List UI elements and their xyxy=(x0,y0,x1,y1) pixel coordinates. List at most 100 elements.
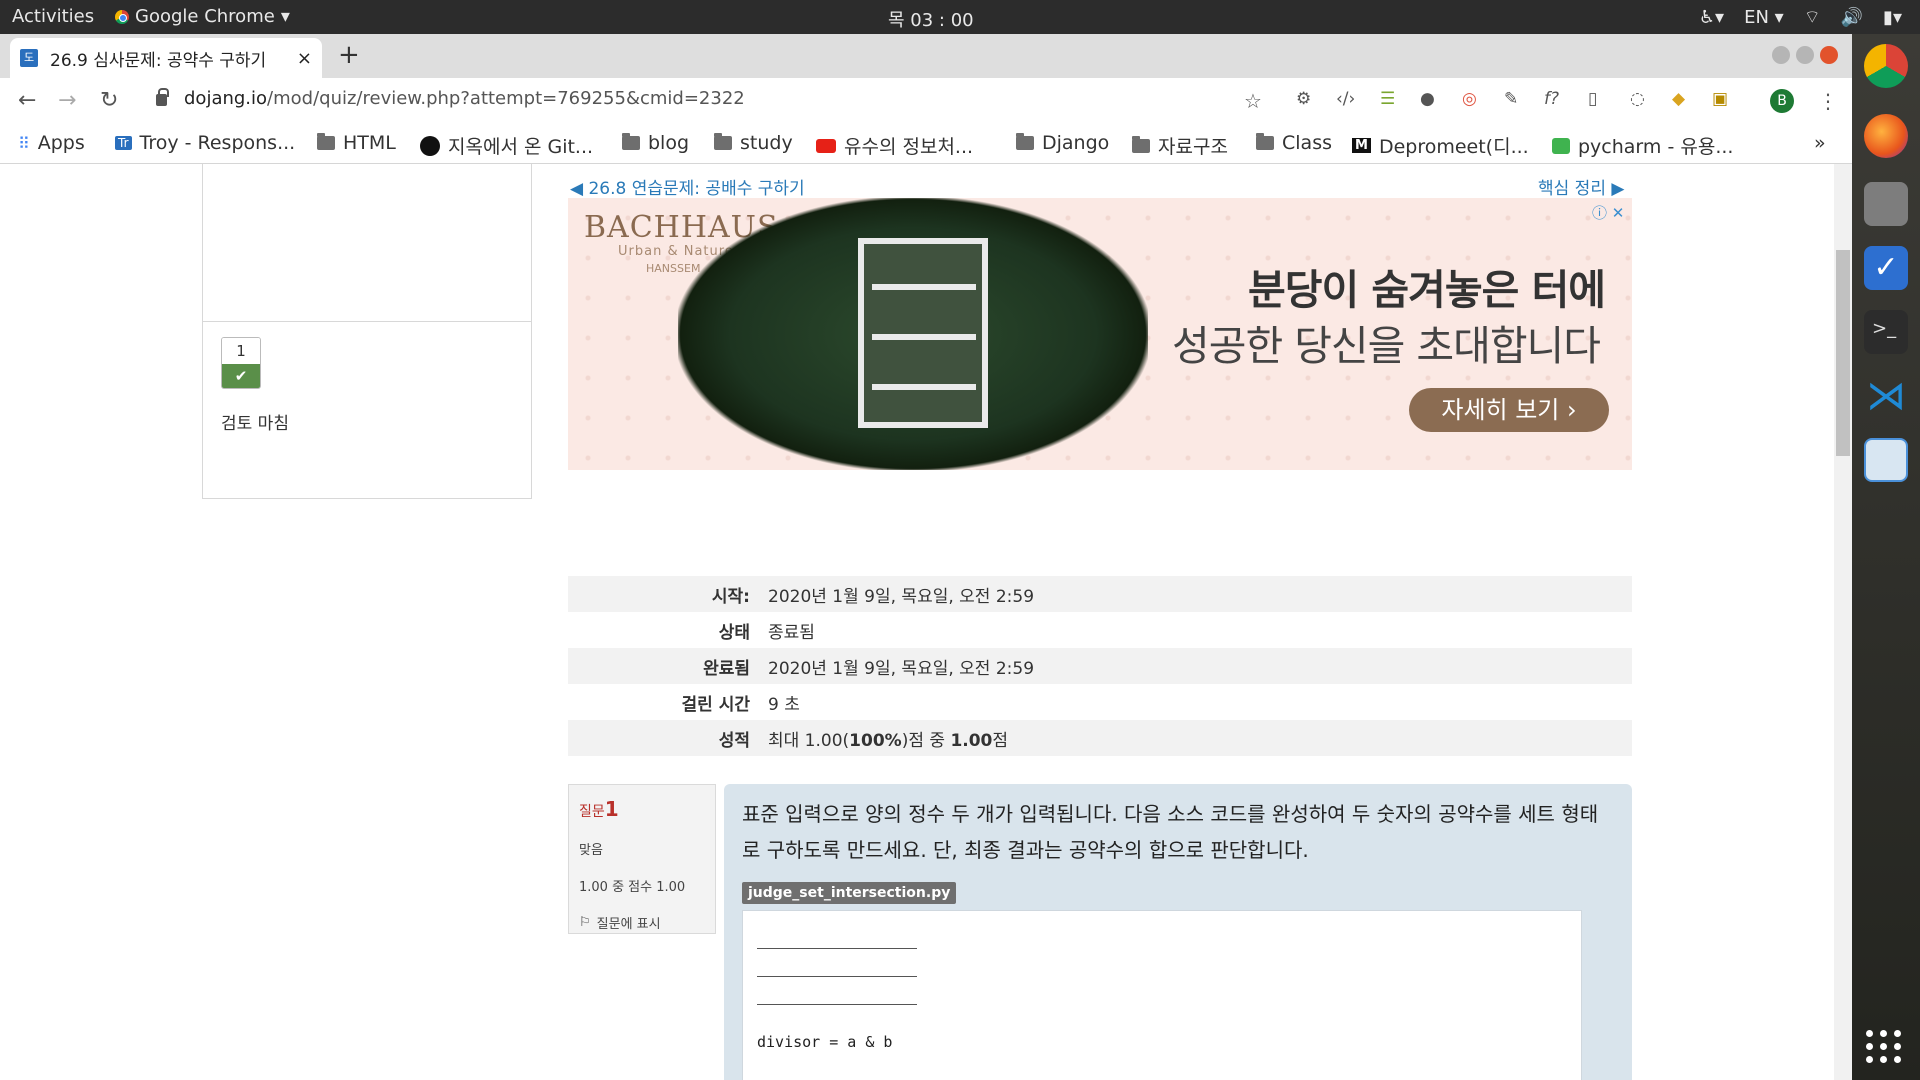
show-applications-icon[interactable] xyxy=(1866,1030,1902,1063)
bookmark-depromeet[interactable]: M Depromeet(디... xyxy=(1352,132,1529,159)
extension-device-icon[interactable]: ▯ xyxy=(1588,89,1597,109)
tasks-dock-icon[interactable]: ✓ xyxy=(1864,246,1908,290)
bookmark-label: HTML xyxy=(343,132,396,154)
folder-icon xyxy=(714,133,732,150)
code-filename: judge_set_intersection.py xyxy=(742,882,957,904)
finish-review-link[interactable]: 검토 마침 xyxy=(221,409,289,434)
extension-ladder-icon[interactable]: ☰ xyxy=(1380,89,1395,109)
extension-mask-icon[interactable]: ● xyxy=(1420,89,1435,109)
question-info-panel: 질문1 맞음 1.00 중 점수 1.00 ⚐ 질문에 표시 xyxy=(568,784,716,934)
bookmark-youtube[interactable]: 유수의 정보처... xyxy=(816,132,973,159)
bookmark-star-icon[interactable]: ☆ xyxy=(1244,89,1262,113)
app-menu[interactable]: Google Chrome ▾ xyxy=(115,6,290,27)
chrome-menu-icon[interactable]: ⋮ xyxy=(1818,89,1838,113)
page-content: 1 ✔ 검토 마침 ◀ 26.8 연습문제: 공배수 구하기 핵심 정리 ▶ B… xyxy=(0,164,1834,1080)
extension-swirl-icon[interactable]: ◎ xyxy=(1462,89,1477,109)
bookmark-django[interactable]: Django xyxy=(1016,132,1109,154)
bookmark-study[interactable]: study xyxy=(714,132,793,154)
summary-value: 2020년 1월 9일, 목요일, 오전 2:59 xyxy=(768,586,1035,607)
bookmark-html[interactable]: HTML xyxy=(317,132,396,154)
flag-question-link[interactable]: ⚐ 질문에 표시 xyxy=(579,913,705,932)
tab-close-icon[interactable]: × xyxy=(297,48,312,69)
extension-color-icon[interactable]: ◆ xyxy=(1672,89,1685,109)
tab-title: 26.9 심사문제: 공약수 구하기 xyxy=(50,50,267,71)
code-editor[interactable]: divisor = a & b xyxy=(742,910,1582,1080)
close-window-button[interactable] xyxy=(1820,46,1838,64)
grade-suffix: 점 xyxy=(992,730,1009,751)
ad-cta-button[interactable]: 자세히 보기 › xyxy=(1409,388,1609,432)
extension-circle-icon[interactable]: ◌ xyxy=(1630,89,1645,109)
accessibility-icon[interactable]: ♿▾ xyxy=(1699,7,1724,28)
question-nav-button[interactable]: 1 ✔ xyxy=(221,337,261,389)
bookmark-apps[interactable]: ⠿ Apps xyxy=(18,132,85,154)
summary-value: 최대 1.00(100%)점 중 1.00점 xyxy=(768,726,1632,751)
extension-folder-icon[interactable]: ▣ xyxy=(1712,89,1728,109)
question-label: 질문 xyxy=(579,804,605,820)
answer-blank[interactable] xyxy=(757,925,917,949)
grade-mid: )점 중 xyxy=(901,730,951,751)
flag-icon: ⚐ xyxy=(579,915,591,930)
url-path: /mod/quiz/review.php?attempt=769255&cmid… xyxy=(267,88,745,109)
chevron-down-icon: ▾ xyxy=(280,6,290,27)
advertisement-banner[interactable]: BACHHAUS Urban & Nature HANSSEM 분당이 숨겨놓은… xyxy=(568,198,1632,470)
bookmark-label: Apps xyxy=(37,132,85,154)
grade-percent: 100% xyxy=(849,730,902,751)
question-number: 질문1 xyxy=(579,797,705,821)
terminal-dock-icon[interactable]: >_ xyxy=(1864,310,1908,354)
folder-icon xyxy=(1256,133,1274,150)
forward-icon[interactable]: → xyxy=(58,88,76,113)
bookmark-datastructure[interactable]: 자료구조 xyxy=(1132,132,1228,159)
extension-font-icon[interactable]: f? xyxy=(1544,89,1559,109)
ad-subheadline: 성공한 당신을 초대합니다 xyxy=(1172,322,1601,370)
ad-house-image xyxy=(858,238,988,428)
language-indicator[interactable]: EN ▾ xyxy=(1744,7,1784,28)
bookmark-troy[interactable]: Tr Troy - Respons... xyxy=(115,132,295,154)
summary-label: 완료됨 xyxy=(703,658,750,679)
bookmark-pycharm[interactable]: pycharm - 유용... xyxy=(1552,132,1733,159)
bookmark-git[interactable]: 지옥에서 온 Git... xyxy=(420,132,593,159)
system-top-bar: Activities Google Chrome ▾ 목 03 : 00 ♿▾ … xyxy=(0,0,1920,34)
maximize-button[interactable] xyxy=(1796,46,1814,64)
minimize-button[interactable] xyxy=(1772,46,1790,64)
flag-label: 질문에 표시 xyxy=(596,917,661,932)
system-tray[interactable]: ♿▾ EN ▾ ⌔ 🔊 ▮▾ xyxy=(1699,6,1902,29)
lock-icon[interactable] xyxy=(156,88,169,106)
bookmark-blog[interactable]: blog xyxy=(622,132,689,154)
clock[interactable]: 목 03 : 00 xyxy=(888,6,974,32)
active-tab[interactable]: 도 26.9 심사문제: 공약수 구하기 × xyxy=(10,38,322,78)
reload-icon[interactable]: ↻ xyxy=(100,88,118,113)
back-icon[interactable]: ← xyxy=(18,88,36,113)
bookmark-label: study xyxy=(740,132,793,154)
extension-code-icon[interactable]: ‹/› xyxy=(1336,89,1355,109)
summary-value: 9 초 xyxy=(768,694,800,715)
next-activity-link[interactable]: 핵심 정리 ▶ xyxy=(1538,174,1624,199)
wifi-icon[interactable]: ⌔ xyxy=(1804,6,1821,29)
battery-icon[interactable]: ▮▾ xyxy=(1883,7,1902,28)
answer-blank[interactable] xyxy=(757,981,917,1005)
answer-blank[interactable] xyxy=(757,953,917,977)
prev-activity-link[interactable]: ◀ 26.8 연습문제: 공배수 구하기 xyxy=(570,174,805,199)
bookmark-class[interactable]: Class xyxy=(1256,132,1332,154)
address-bar[interactable]: dojang.io/mod/quiz/review.php?attempt=76… xyxy=(184,88,1304,116)
language-label: EN xyxy=(1744,7,1769,28)
files-dock-icon[interactable] xyxy=(1864,182,1908,226)
image-viewer-dock-icon[interactable] xyxy=(1864,438,1908,482)
extension-gear-icon[interactable]: ⚙ xyxy=(1296,89,1311,109)
bookmark-label: Troy - Respons... xyxy=(139,132,296,154)
apps-grid-icon: ⠿ xyxy=(18,133,30,153)
bookmarks-overflow-button[interactable]: » xyxy=(1814,132,1826,154)
eyedropper-icon[interactable]: ✎ xyxy=(1504,89,1518,109)
firefox-dock-icon[interactable] xyxy=(1864,114,1908,158)
activities-button[interactable]: Activities xyxy=(12,6,94,27)
youtube-icon xyxy=(816,138,836,153)
scrollbar-thumb[interactable] xyxy=(1836,250,1850,456)
adchoices-icon[interactable]: ⓘ ✕ xyxy=(1592,202,1624,223)
question-content: 표준 입력으로 양의 정수 두 개가 입력됩니다. 다음 소스 코드를 완성하여… xyxy=(724,784,1632,1080)
bookmark-label: Django xyxy=(1042,132,1110,154)
profile-avatar[interactable]: B xyxy=(1770,89,1794,113)
new-tab-button[interactable]: + xyxy=(338,40,360,70)
volume-icon[interactable]: 🔊 xyxy=(1841,7,1863,28)
chrome-dock-icon[interactable] xyxy=(1864,44,1908,88)
vscode-dock-icon[interactable]: ⋊ xyxy=(1864,374,1908,418)
summary-row-completed: 완료됨 2020년 1월 9일, 목요일, 오전 2:59 xyxy=(568,648,1632,684)
